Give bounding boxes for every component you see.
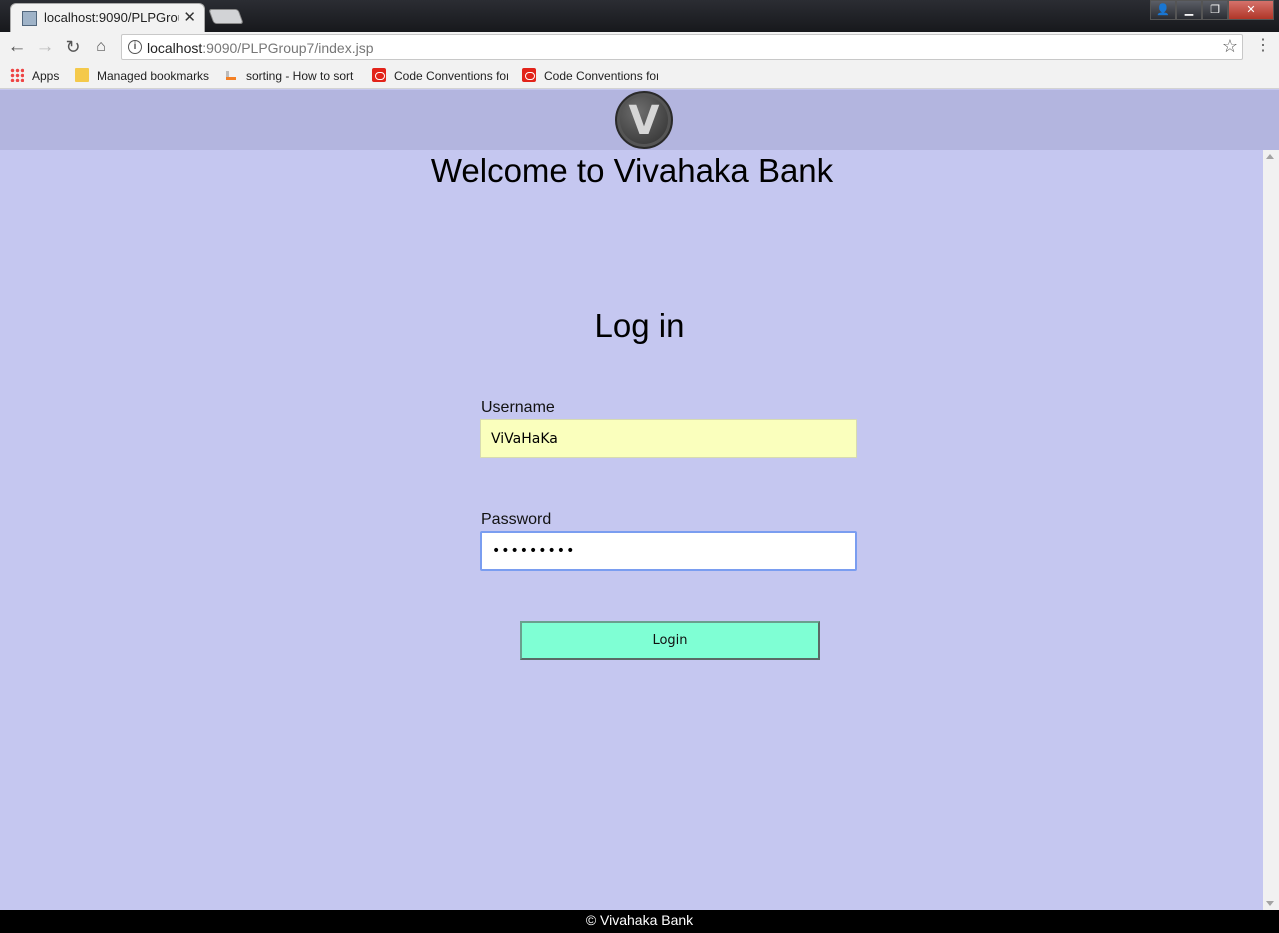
login-button[interactable]: Login [520, 621, 820, 660]
oracle-icon [372, 68, 386, 82]
login-heading: Log in [594, 307, 685, 344]
browser-tab-active[interactable]: localhost:9090/PLPGroup7/index.jsp ✕ [10, 3, 205, 32]
welcome-heading: Welcome to Vivahaka Bank [430, 152, 834, 189]
logo-letter: V [628, 98, 660, 144]
browser-toolbar: ← → ↻ ⌂ i localhost:9090/PLPGroup7/index… [0, 32, 1279, 62]
close-tab-icon[interactable]: ✕ [183, 8, 196, 26]
password-input[interactable] [480, 531, 857, 571]
back-arrow-icon[interactable]: ← [5, 35, 29, 59]
site-info-icon[interactable]: i [128, 40, 142, 54]
password-label: Password [481, 511, 552, 528]
tab-title: localhost:9090/PLPGroup7/index.jsp [44, 10, 179, 25]
folder-icon [75, 68, 89, 82]
page-viewport: V Welcome to Vivahaka Bank Log in Userna… [0, 90, 1279, 933]
new-tab-button[interactable] [208, 9, 244, 24]
reload-icon[interactable]: ↻ [61, 35, 85, 59]
url-path: :9090/PLPGroup7/index.jsp [202, 40, 374, 56]
bookmark-star-icon[interactable]: ☆ [1222, 36, 1238, 57]
page-header: V [0, 90, 1279, 150]
stackoverflow-icon [224, 68, 238, 82]
scroll-down-arrow-icon[interactable] [1266, 901, 1274, 906]
page-footer: © Vivahaka Bank [0, 910, 1279, 933]
forward-arrow-icon[interactable]: → [33, 35, 57, 59]
bank-logo: V [615, 91, 673, 149]
minimize-button[interactable]: ▁ [1176, 0, 1202, 20]
bookmark-label: Code Conventions for [394, 69, 508, 83]
profile-icon[interactable]: 👤 [1150, 0, 1176, 20]
browser-menu-icon[interactable]: ⋮ [1255, 38, 1271, 54]
bookmark-label: Managed bookmarks [97, 69, 210, 83]
url-host: localhost [147, 40, 203, 56]
bookmark-code-conventions-1[interactable]: Code Conventions for [372, 68, 508, 84]
bookmark-managed[interactable]: Managed bookmarks [75, 68, 209, 84]
page-favicon-icon [22, 11, 37, 26]
home-icon[interactable]: ⌂ [89, 35, 113, 59]
apps-grid-icon [10, 68, 24, 82]
close-window-button[interactable]: ✕ [1228, 0, 1274, 20]
bookmark-label: Apps [32, 69, 60, 83]
bookmark-sorting[interactable]: sorting - How to sort [224, 68, 357, 84]
browser-titlebar: localhost:9090/PLPGroup7/index.jsp ✕ 👤 ▁… [0, 0, 1279, 32]
page-scrollbar[interactable] [1263, 150, 1279, 910]
scroll-up-arrow-icon[interactable] [1266, 154, 1274, 159]
window-controls: 👤 ▁ ❐ ✕ [1150, 0, 1274, 20]
address-bar[interactable]: i localhost:9090/PLPGroup7/index.jsp ☆ [121, 34, 1243, 60]
url-text: localhost:9090/PLPGroup7/index.jsp [147, 40, 374, 56]
bookmark-apps[interactable]: Apps [10, 68, 59, 84]
username-label: Username [481, 399, 555, 416]
bookmark-code-conventions-2[interactable]: Code Conventions for [522, 68, 658, 84]
restore-button[interactable]: ❐ [1202, 0, 1228, 20]
username-input[interactable] [480, 419, 857, 458]
bookmark-label: sorting - How to sort [246, 69, 354, 83]
bookmark-label: Code Conventions for [544, 69, 658, 83]
bookmarks-bar: Apps Managed bookmarks sorting - How to … [0, 62, 1279, 89]
oracle-icon [522, 68, 536, 82]
